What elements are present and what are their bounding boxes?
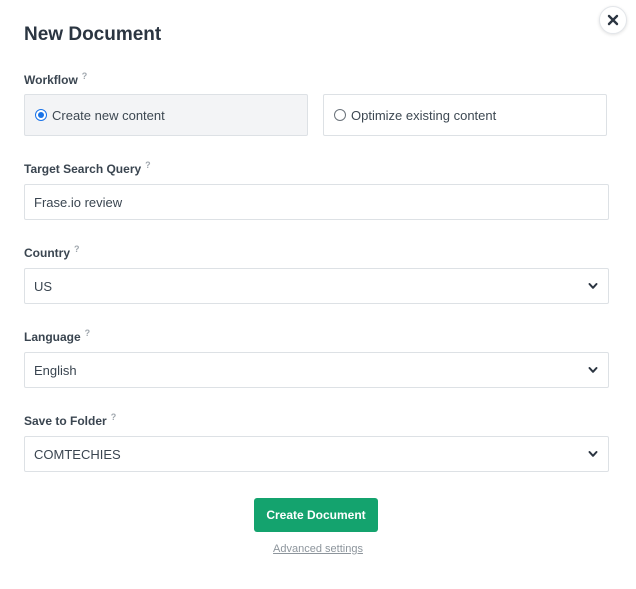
workflow-option-optimize-label: Optimize existing content: [351, 107, 497, 123]
search-query-value: Frase.io review: [34, 194, 123, 210]
folder-value: COMTECHIES: [34, 446, 121, 462]
workflow-option-optimize[interactable]: Optimize existing content: [323, 94, 607, 136]
close-icon: [607, 14, 619, 26]
dialog-title: New Document: [24, 24, 162, 45]
language-help-icon[interactable]: ?: [85, 328, 91, 338]
folder-select[interactable]: COMTECHIES: [24, 436, 609, 472]
folder-label: Save to Folder?: [24, 412, 117, 428]
query-help-icon[interactable]: ?: [145, 160, 151, 170]
language-label: Language?: [24, 328, 91, 344]
country-label: Country?: [24, 244, 80, 260]
country-value: US: [34, 278, 53, 294]
workflow-help-icon[interactable]: ?: [82, 71, 88, 81]
chevron-down-icon: [588, 449, 598, 459]
workflow-option-create[interactable]: Create new content: [24, 94, 308, 136]
language-select[interactable]: English: [24, 352, 609, 388]
advanced-settings-link[interactable]: Advanced settings: [0, 543, 636, 555]
radio-create-new[interactable]: [35, 109, 47, 121]
search-query-input[interactable]: Frase.io review: [24, 184, 609, 220]
workflow-option-create-label: Create new content: [52, 107, 165, 123]
query-label: Target Search Query?: [24, 160, 151, 176]
close-button[interactable]: [599, 6, 627, 34]
country-select[interactable]: US: [24, 268, 609, 304]
language-value: English: [34, 362, 77, 378]
folder-help-icon[interactable]: ?: [111, 412, 117, 422]
radio-optimize-existing[interactable]: [334, 109, 346, 121]
chevron-down-icon: [588, 365, 598, 375]
chevron-down-icon: [588, 281, 598, 291]
country-help-icon[interactable]: ?: [74, 244, 80, 254]
workflow-label: Workflow?: [24, 71, 88, 87]
create-document-button[interactable]: Create Document: [254, 498, 378, 532]
